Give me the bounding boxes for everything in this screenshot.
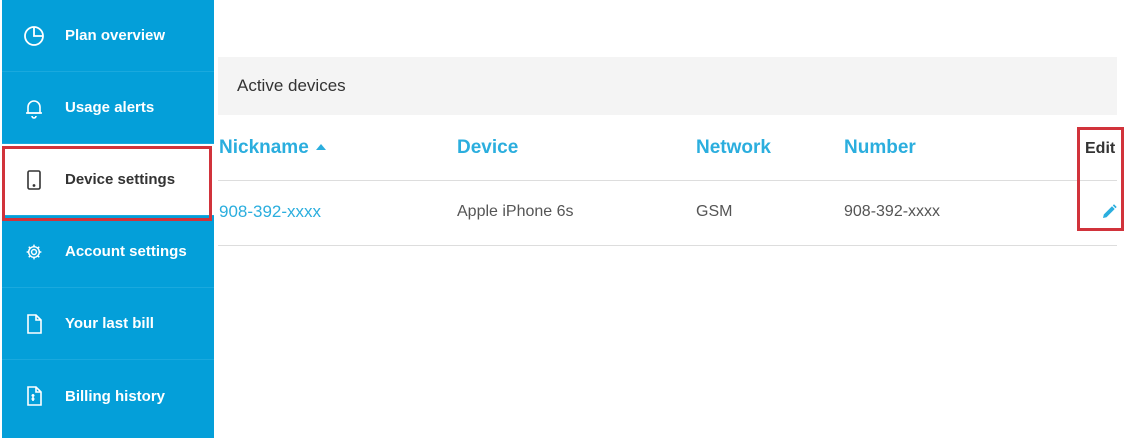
bell-icon (22, 96, 46, 120)
sidebar-item-billing-history[interactable]: Billing history (2, 360, 214, 432)
gear-icon (22, 240, 46, 264)
page: Plan overview Usage alerts Device settin… (0, 0, 1125, 438)
device-nickname-link[interactable]: 908-392-xxxx (219, 202, 321, 222)
column-header-label: Network (696, 137, 771, 158)
sidebar-item-label: Billing history (65, 387, 166, 405)
column-header-label: Number (844, 137, 916, 158)
sidebar-nav: Plan overview Usage alerts Device settin… (2, 0, 214, 438)
pencil-edit-icon[interactable] (1100, 203, 1118, 221)
sidebar-item-label: Account settings (65, 243, 187, 260)
sort-ascending-icon (315, 144, 326, 150)
sidebar-item-label: Your last bill (65, 315, 154, 332)
column-header-label: Device (457, 137, 519, 158)
sidebar-item-usage-alerts[interactable]: Usage alerts (2, 72, 214, 144)
device-model: Apple iPhone 6s (457, 203, 574, 220)
sidebar-item-last-bill[interactable]: Your last bill (2, 288, 214, 360)
document-icon (22, 312, 46, 336)
sidebar-item-label: Usage alerts (65, 99, 155, 116)
receipt-icon (22, 384, 46, 408)
column-header-edit: Edit (1085, 140, 1115, 158)
device-network: GSM (696, 203, 733, 220)
table-divider (218, 245, 1117, 246)
device-number: 908-392-xxxx (844, 203, 941, 220)
column-header-device[interactable]: Device (457, 137, 518, 159)
pie-chart-icon (22, 24, 46, 48)
sidebar-item-label: Plan overview (65, 27, 166, 44)
sidebar-item-device-settings[interactable]: Device settings (2, 144, 214, 216)
column-header-number[interactable]: Number (844, 137, 916, 159)
sidebar-item-account-settings[interactable]: Account settings (2, 216, 214, 288)
panel-header: Active devices (218, 57, 1117, 115)
column-header-network[interactable]: Network (696, 137, 771, 159)
sidebar-item-label: Device settings (65, 171, 176, 188)
column-header-nickname[interactable]: Nickname (219, 137, 326, 159)
panel-title: Active devices (237, 76, 346, 95)
phone-icon (22, 168, 46, 192)
column-header-label: Nickname (219, 137, 309, 158)
table-divider (218, 180, 1117, 181)
sidebar-item-plan-overview[interactable]: Plan overview (2, 0, 214, 72)
column-header-label: Edit (1085, 140, 1116, 157)
